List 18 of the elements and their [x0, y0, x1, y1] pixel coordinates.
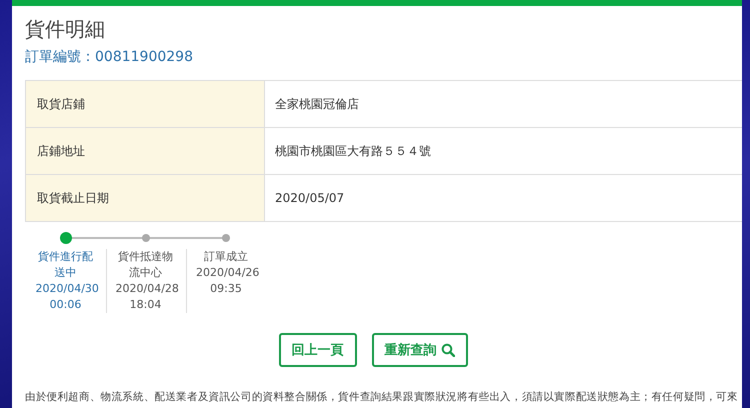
field-label: 取貨店鋪: [25, 81, 265, 128]
page-title: 貨件明細: [25, 16, 106, 43]
field-value: 2020/05/07: [265, 175, 742, 222]
field-value: 桃園市桃園區大有路５５４號: [265, 128, 742, 175]
field-label: 店鋪地址: [25, 128, 265, 175]
search-button[interactable]: 重新查詢: [372, 333, 468, 367]
status-text: 貨件抵達物流中心: [117, 249, 174, 281]
field-label: 取貨截止日期: [25, 175, 265, 222]
order-number: 訂單編號：00811900298: [25, 48, 194, 66]
search-icon: [440, 343, 454, 357]
status-time: 00:06: [48, 297, 82, 313]
status-text: 訂單成立: [203, 249, 249, 265]
status-text: 貨件進行配送中: [37, 249, 94, 281]
status-time: 09:35: [209, 281, 243, 297]
field-value: 全家桃園冠倫店: [265, 81, 742, 128]
status-time: 18:04: [128, 297, 162, 313]
back-button[interactable]: 回上一頁: [278, 333, 356, 367]
notice-text: 由於便利超商、物流系統、配送業者及資訊公司的資料整合關係，貨件查詢結果跟實際狀況將有些出入，須請以實際配送狀態為主；有任何疑問，可來: [25, 391, 738, 403]
